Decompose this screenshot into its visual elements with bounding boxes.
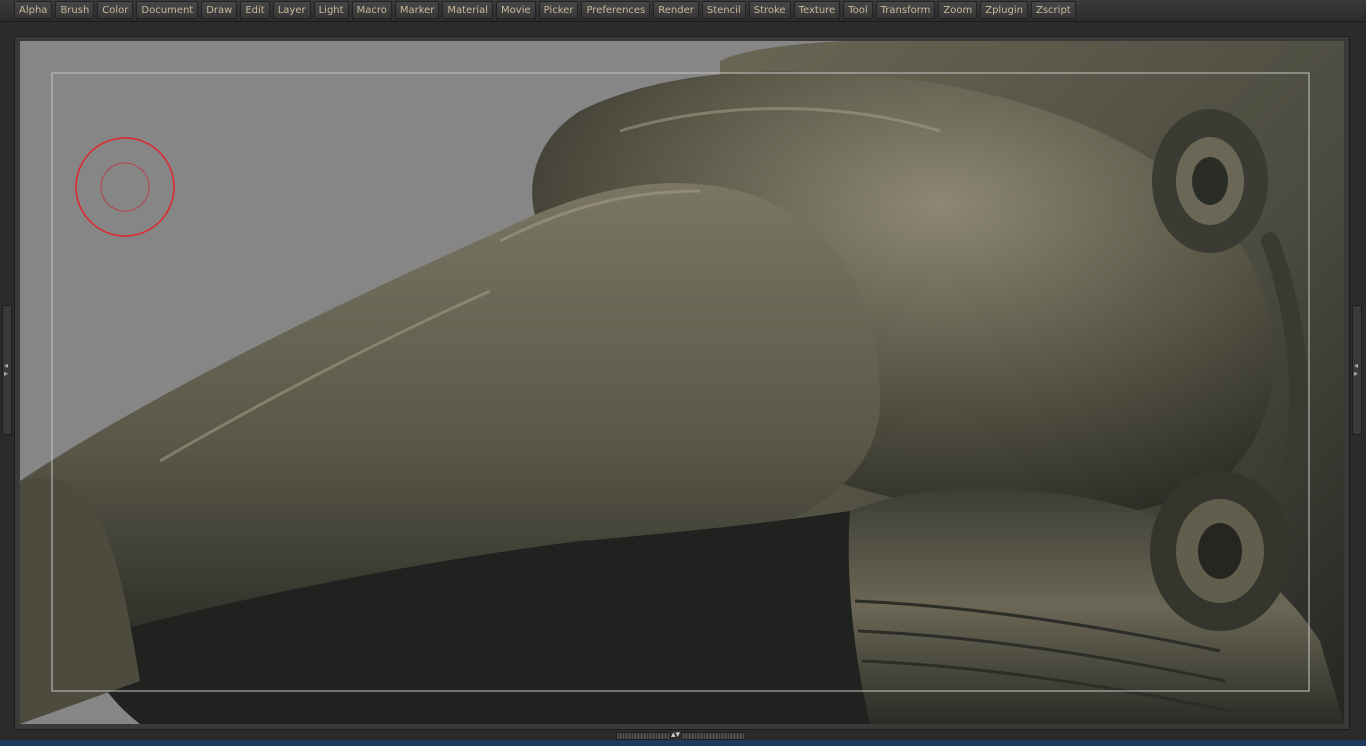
canvas-viewport[interactable] (20, 41, 1344, 724)
menu-item-color[interactable]: Color (97, 1, 134, 19)
menu-bar: Alpha Brush Color Document Draw Edit Layer Ligh… (0, 0, 1366, 22)
menu-item-layer[interactable]: Layer (272, 1, 311, 19)
left-right-arrow-icon: ◂ ▸ (1354, 361, 1359, 378)
menu-item-tool[interactable]: Tool (843, 1, 873, 19)
left-right-arrow-icon: ◂ ▸ (4, 361, 9, 378)
up-down-arrow-icon: ▴▾ (669, 730, 683, 740)
menu-item-brush[interactable]: Brush (55, 1, 95, 19)
menu-item-stroke[interactable]: Stroke (748, 1, 791, 19)
menu-row: Alpha Brush Color Document Draw Edit Layer Ligh… (14, 1, 1076, 19)
menu-item-zscript[interactable]: Zscript (1031, 1, 1076, 19)
brush-cursor (75, 137, 175, 237)
menu-item-zoom[interactable]: Zoom (938, 1, 978, 19)
menu-item-light[interactable]: Light (313, 1, 349, 19)
menu-item-render[interactable]: Render (653, 1, 699, 19)
menu-item-alpha[interactable]: Alpha (14, 1, 53, 19)
menu-item-marker[interactable]: Marker (394, 1, 440, 19)
right-tray-handle[interactable]: ◂ ▸ (1352, 305, 1362, 435)
menu-item-material[interactable]: Material (442, 1, 494, 19)
menu-item-edit[interactable]: Edit (240, 1, 270, 19)
menu-item-stencil[interactable]: Stencil (701, 1, 746, 19)
taskbar-edge (0, 740, 1366, 746)
left-tray-handle[interactable]: ◂ ▸ (2, 305, 12, 435)
menu-item-texture[interactable]: Texture (793, 1, 841, 19)
menu-item-macro[interactable]: Macro (351, 1, 392, 19)
menu-item-transform[interactable]: Transform (875, 1, 936, 19)
menu-item-movie[interactable]: Movie (496, 1, 536, 19)
model-ring-upper (1152, 109, 1268, 253)
menu-item-preferences[interactable]: Preferences (581, 1, 651, 19)
sculpt-model-render (20, 41, 1344, 724)
model-ring-lower (1150, 471, 1290, 631)
menu-item-picker[interactable]: Picker (538, 1, 579, 19)
menu-item-draw[interactable]: Draw (201, 1, 238, 19)
bottom-tray-handle[interactable]: ▴▾ (616, 730, 746, 740)
menu-item-document[interactable]: Document (136, 1, 199, 19)
menu-item-zplugin[interactable]: Zplugin (980, 1, 1028, 19)
